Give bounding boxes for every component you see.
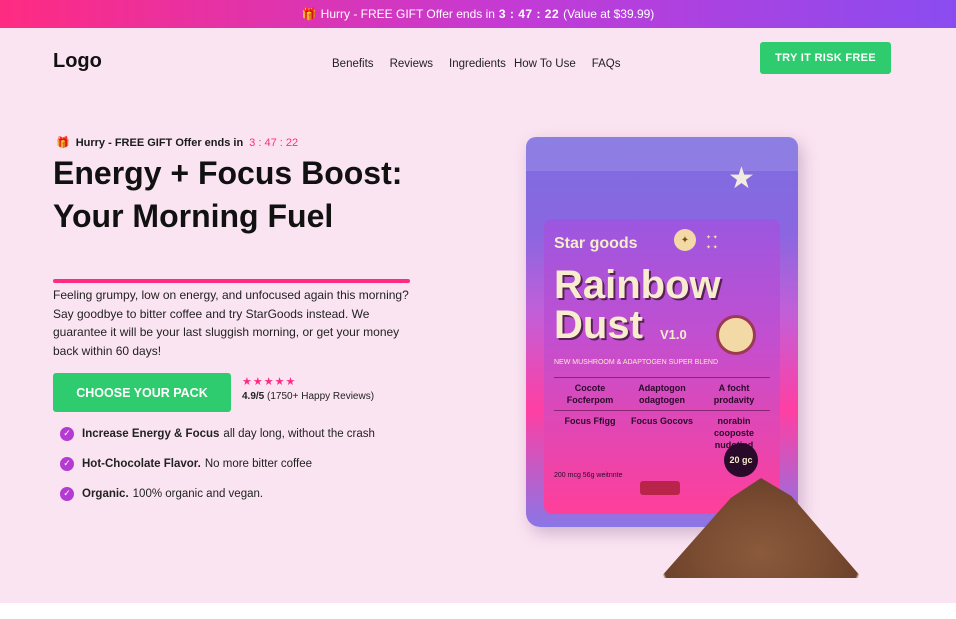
attribute-cell: Cocote Focferpom xyxy=(566,383,614,405)
benefit-bold: Organic. xyxy=(82,487,129,500)
weight-badge: 20 gc xyxy=(724,443,758,477)
benefit-text: No more bitter coffee xyxy=(204,457,313,470)
attribute-cell: Focus Gocovs xyxy=(630,416,693,426)
logo[interactable]: Logo xyxy=(53,50,102,73)
pouch-seal xyxy=(526,137,798,171)
nav-benefits[interactable]: Benefits xyxy=(332,58,374,70)
main-nav: Benefits Reviews Ingredients How To Use … xyxy=(332,58,637,70)
offer-banner: 🎁 Hurry - FREE GIFT Offer ends in 3 : 47… xyxy=(56,136,299,150)
label-small-text: ✦ ✦ ✦ ✦ xyxy=(706,235,718,251)
benefit-item: ✓ Hot-Chocolate Flavor. No more bitter c… xyxy=(60,456,375,471)
net-weight-text: 200 mcg 56g weitnnte xyxy=(554,472,623,479)
hero-description: Feeling grumpy, low on energy, and unfoc… xyxy=(53,288,409,358)
nav-how-to-use[interactable]: How To Use xyxy=(514,58,576,70)
promo-text: Hurry - FREE GIFT Offer ends in xyxy=(320,7,495,21)
star-icon: ★ xyxy=(728,162,755,195)
certification-badge xyxy=(640,481,680,495)
badge-icon: ✦ xyxy=(674,229,696,251)
gift-icon: 🎁 xyxy=(56,137,70,149)
hero-section: Logo Benefits Reviews Ingredients How To… xyxy=(0,28,956,603)
rating-text: 4.9/5 (1750+ Happy Reviews) xyxy=(242,391,374,402)
nav-reviews[interactable]: Reviews xyxy=(390,58,433,70)
promo-top-bar: 🎁 Hurry - FREE GIFT Offer ends in 3 : 47… xyxy=(0,0,956,28)
attribute-cell: Adaptogon odagtogen xyxy=(638,383,686,405)
benefit-bold: Increase Energy & Focus xyxy=(82,427,220,440)
benefit-bold: Hot-Chocolate Flavor. xyxy=(82,457,201,470)
rating-block: ★★★★★ 4.9/5 (1750+ Happy Reviews) xyxy=(242,375,374,402)
check-icon: ✓ xyxy=(60,486,74,501)
rating-value: 4.9/5 xyxy=(242,391,265,402)
choose-pack-button[interactable]: CHOOSE YOUR PACK xyxy=(53,373,231,412)
check-icon: ✓ xyxy=(60,426,74,441)
rating-count: (1750+ Happy Reviews) xyxy=(267,391,375,402)
benefits-list: ✓ Increase Energy & Focus all day long, … xyxy=(60,426,375,516)
offer-text: Hurry - FREE GIFT Offer ends in xyxy=(75,136,244,149)
rating-stars: ★★★★★ xyxy=(242,376,297,388)
try-risk-free-button[interactable]: TRY IT RISK FREE xyxy=(760,42,891,74)
hero-headline: Energy + Focus Boost: Your Morning Fuel xyxy=(53,155,403,234)
nav-faqs[interactable]: FAQs xyxy=(592,58,621,70)
benefit-item: ✓ Increase Energy & Focus all day long, … xyxy=(60,426,375,441)
gift-icon: 🎁 xyxy=(301,7,317,21)
product-brand: Star goods xyxy=(554,235,638,252)
benefit-text: all day long, without the crash xyxy=(223,427,375,440)
mushroom-icon xyxy=(716,315,756,355)
offer-timer: 3 : 47 : 22 xyxy=(249,136,299,149)
benefit-text: 100% organic and vegan. xyxy=(132,487,264,500)
pouch-label: Star goods ✦ ✦ ✦ ✦ ✦ Rainbow Dust V1.0 NE… xyxy=(544,219,780,514)
nav-ingredients[interactable]: Ingredients xyxy=(449,58,506,70)
product-pouch-image: ★ Star goods ✦ ✦ ✦ ✦ ✦ Rainbow Dust V1.0 … xyxy=(526,137,798,527)
headline-underline xyxy=(53,279,410,283)
promo-value-note: (Value at $39.99) xyxy=(563,7,655,21)
attribute-cell: A focht prodavity xyxy=(713,383,755,405)
promo-timer: 3 : 47 : 22 xyxy=(498,7,560,21)
product-subtitle: NEW MUSHROOM & ADAPTOGEN SUPER BLEND xyxy=(554,359,719,366)
check-icon: ✓ xyxy=(60,456,74,471)
attribute-row: Cocote Focferpom Adaptogon odagtogen A f… xyxy=(554,377,770,410)
benefit-item: ✓ Organic. 100% organic and vegan. xyxy=(60,486,375,501)
attribute-cell: Focus Ffigg xyxy=(564,416,616,426)
product-version: V1.0 xyxy=(660,327,687,342)
